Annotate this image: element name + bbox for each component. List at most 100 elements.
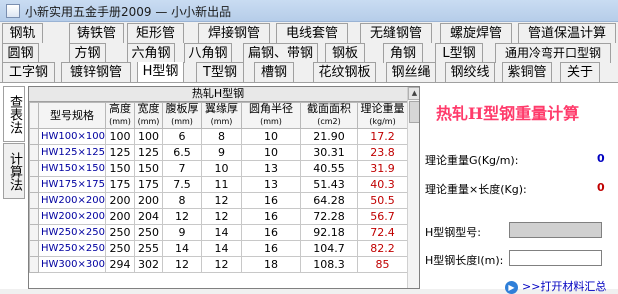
- row-header[interactable]: [29, 160, 39, 177]
- cell-width[interactable]: 255: [134, 240, 163, 257]
- tab-t-beam[interactable]: T型钢: [196, 62, 244, 82]
- table-row[interactable]: HW250×250b 250 255 14 14 16 104.7 82.2: [29, 240, 408, 257]
- tab-rail[interactable]: 钢轨: [2, 23, 43, 43]
- table-row[interactable]: HW100×100 100 100 6 8 10 21.90 17.2: [29, 128, 408, 145]
- cell-section-area[interactable]: 104.7: [300, 240, 358, 257]
- cell-theoretical-weight[interactable]: 85: [357, 256, 408, 273]
- cell-section-area[interactable]: 108.3: [300, 256, 358, 273]
- tab-galvanized-pipe[interactable]: 镀锌钢管: [61, 62, 131, 82]
- cell-theoretical-weight[interactable]: 23.8: [357, 144, 408, 161]
- tab-angle-steel[interactable]: 角钢: [383, 43, 423, 63]
- length-input[interactable]: [509, 250, 602, 266]
- tab-cast-iron-pipe[interactable]: 铸铁管: [69, 23, 124, 43]
- cell-width[interactable]: 125: [134, 144, 163, 161]
- column-header[interactable]: 高度 (mm): [105, 102, 135, 129]
- tab-flat-steel[interactable]: 扁钢、带钢: [243, 43, 318, 63]
- tab-h-beam[interactable]: H型钢: [137, 62, 184, 82]
- cell-theoretical-weight[interactable]: 56.7: [357, 208, 408, 225]
- row-header[interactable]: [29, 128, 39, 145]
- cell-height[interactable]: 200: [105, 208, 135, 225]
- scroll-up-icon[interactable]: ▲: [408, 87, 419, 100]
- row-header[interactable]: [29, 240, 39, 257]
- tab-steel-plate[interactable]: 钢板: [325, 43, 365, 63]
- cell-section-area[interactable]: 64.28: [300, 192, 358, 209]
- cell-width[interactable]: 302: [134, 256, 163, 273]
- cell-web-thickness[interactable]: 7: [162, 160, 202, 177]
- cell-flange-thickness[interactable]: 11: [201, 176, 242, 193]
- cell-web-thickness[interactable]: 9: [162, 224, 202, 241]
- row-header[interactable]: [29, 208, 39, 225]
- cell-fillet-radius[interactable]: 13: [241, 176, 301, 193]
- cell-model[interactable]: HW300×300a: [38, 256, 106, 273]
- cell-flange-thickness[interactable]: 14: [201, 240, 242, 257]
- cell-width[interactable]: 100: [134, 128, 163, 145]
- cell-width[interactable]: 204: [134, 208, 163, 225]
- cell-height[interactable]: 250: [105, 240, 135, 257]
- column-header[interactable]: 翼缘厚 (mm): [201, 102, 242, 129]
- cell-theoretical-weight[interactable]: 40.3: [357, 176, 408, 193]
- cell-web-thickness[interactable]: 14: [162, 240, 202, 257]
- cell-model[interactable]: HW125×125: [38, 144, 106, 161]
- table-row[interactable]: HW250×250a 250 250 9 14 16 92.18 72.4: [29, 224, 408, 241]
- cell-flange-thickness[interactable]: 9: [201, 144, 242, 161]
- tab-i-beam[interactable]: 工字钢: [2, 62, 55, 82]
- cell-height[interactable]: 250: [105, 224, 135, 241]
- cell-height[interactable]: 100: [105, 128, 135, 145]
- cell-fillet-radius[interactable]: 16: [241, 208, 301, 225]
- tab-welded-pipe[interactable]: 焊接钢管: [198, 23, 270, 43]
- cell-theoretical-weight[interactable]: 31.9: [357, 160, 408, 177]
- cell-theoretical-weight[interactable]: 82.2: [357, 240, 408, 257]
- table-row[interactable]: HW125×125 125 125 6.5 9 10 30.31 23.8: [29, 144, 408, 161]
- cell-height[interactable]: 150: [105, 160, 135, 177]
- column-header[interactable]: 理论重量 (kg/m): [357, 102, 408, 129]
- cell-flange-thickness[interactable]: 14: [201, 224, 242, 241]
- grid-vertical-scrollbar[interactable]: ▲: [407, 87, 419, 288]
- cell-section-area[interactable]: 40.55: [300, 160, 358, 177]
- cell-model[interactable]: HW200×200a: [38, 192, 106, 209]
- tab-rectangular-pipe[interactable]: 矩形管: [127, 23, 184, 43]
- table-row[interactable]: HW200×200b 200 204 12 12 16 72.28 56.7: [29, 208, 408, 225]
- cell-width[interactable]: 150: [134, 160, 163, 177]
- tab-cold-formed-section[interactable]: 通用冷弯开口型钢: [495, 43, 611, 63]
- tab-octagon-bar[interactable]: 八角钢: [184, 43, 232, 63]
- cell-section-area[interactable]: 30.31: [300, 144, 358, 161]
- column-header[interactable]: 截面面积 (cm2): [300, 102, 358, 129]
- cell-section-area[interactable]: 21.90: [300, 128, 358, 145]
- cell-fillet-radius[interactable]: 10: [241, 144, 301, 161]
- cell-flange-thickness[interactable]: 12: [201, 256, 242, 273]
- column-header[interactable]: 宽度 (mm): [134, 102, 163, 129]
- cell-fillet-radius[interactable]: 16: [241, 192, 301, 209]
- cell-web-thickness[interactable]: 6.5: [162, 144, 202, 161]
- cell-fillet-radius[interactable]: 18: [241, 256, 301, 273]
- row-header[interactable]: [29, 144, 39, 161]
- open-material-summary-button[interactable]: ▶ >>打开材料汇总: [505, 278, 609, 294]
- column-header[interactable]: 圆角半径 (mm): [241, 102, 301, 129]
- cell-fillet-radius[interactable]: 16: [241, 240, 301, 257]
- side-tab-lookup[interactable]: 查表法: [3, 86, 25, 142]
- cell-section-area[interactable]: 72.28: [300, 208, 358, 225]
- cell-flange-thickness[interactable]: 12: [201, 192, 242, 209]
- tab-steel-strand[interactable]: 钢绞线: [445, 62, 495, 82]
- cell-web-thickness[interactable]: 7.5: [162, 176, 202, 193]
- column-header[interactable]: 型号规格: [38, 102, 106, 129]
- side-tab-calculate[interactable]: 计算法: [3, 143, 25, 199]
- table-row[interactable]: HW175×175 175 175 7.5 11 13 51.43 40.3: [29, 176, 408, 193]
- row-header[interactable]: [29, 256, 39, 273]
- cell-model[interactable]: HW150×150: [38, 160, 106, 177]
- cell-model[interactable]: HW250×250a: [38, 224, 106, 241]
- table-row[interactable]: HW200×200a 200 200 8 12 16 64.28 50.5: [29, 192, 408, 209]
- tab-hexagon-bar[interactable]: 六角钢: [127, 43, 175, 63]
- row-header[interactable]: [29, 176, 39, 193]
- cell-fillet-radius[interactable]: 10: [241, 128, 301, 145]
- table-row[interactable]: HW300×300a 294 302 12 12 18 108.3 85: [29, 256, 408, 273]
- cell-web-thickness[interactable]: 8: [162, 192, 202, 209]
- cell-width[interactable]: 200: [134, 192, 163, 209]
- cell-model[interactable]: HW250×250b: [38, 240, 106, 257]
- tab-channel-steel[interactable]: 槽钢: [254, 62, 294, 82]
- cell-fillet-radius[interactable]: 13: [241, 160, 301, 177]
- table-row[interactable]: HW150×150 150 150 7 10 13 40.55 31.9: [29, 160, 408, 177]
- row-header[interactable]: [29, 224, 39, 241]
- tab-seamless-pipe[interactable]: 无缝钢管: [360, 23, 432, 43]
- cell-height[interactable]: 175: [105, 176, 135, 193]
- cell-height[interactable]: 294: [105, 256, 135, 273]
